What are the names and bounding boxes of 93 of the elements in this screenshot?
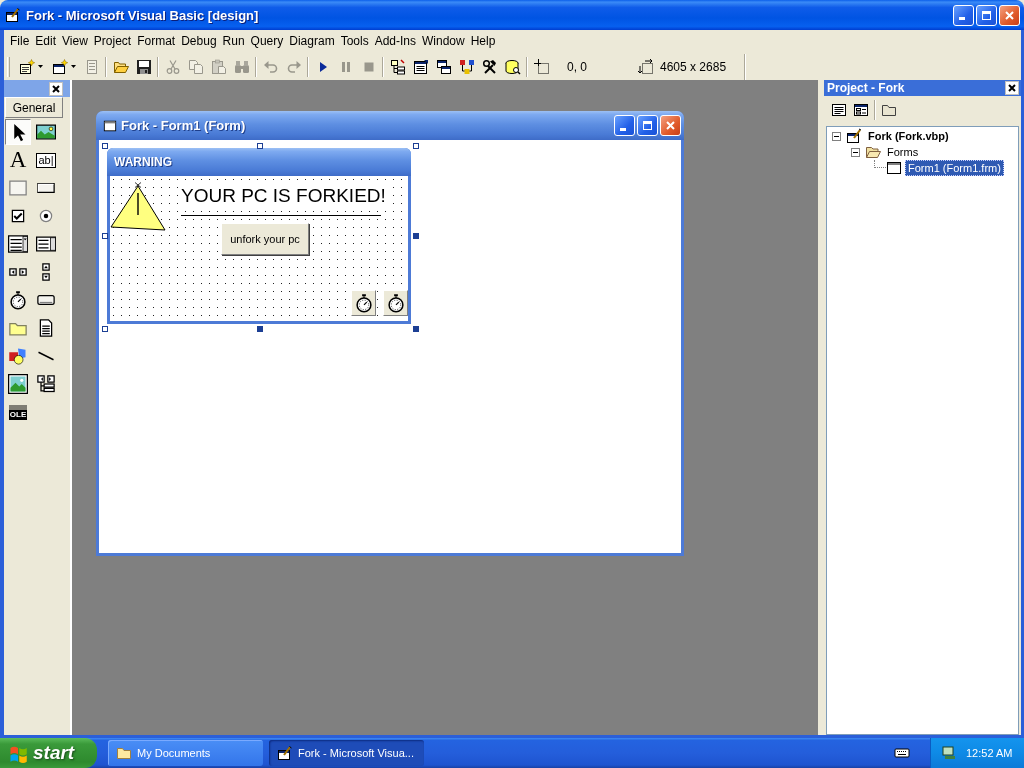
minimize-button[interactable] (953, 4, 974, 26)
form-icon (103, 118, 117, 133)
taskbar-button[interactable]: Fork - Microsoft Visua... (269, 740, 424, 766)
resize-handle[interactable] (102, 326, 108, 332)
menu-item[interactable]: Edit (32, 33, 60, 50)
resize-handle[interactable] (413, 143, 419, 149)
close-icon (1005, 10, 1014, 20)
form-caption: WARNING (114, 155, 172, 169)
menu-item[interactable]: Add-Ins (371, 33, 419, 50)
close-button[interactable] (1005, 81, 1019, 95)
resize-handle[interactable] (257, 326, 263, 332)
folder-icon (116, 745, 132, 761)
folder-icon (881, 102, 897, 118)
taskbar-button[interactable]: My Documents (108, 740, 263, 766)
tree-view-icon (389, 58, 406, 75)
minimize-icon (619, 127, 626, 131)
combo-box-icon (8, 234, 28, 254)
stopwatch-icon (8, 290, 28, 310)
document-star-icon (18, 58, 35, 75)
tool-button[interactable]: A (5, 147, 31, 173)
clock-text: 12:52 AM (966, 747, 1013, 759)
menu-item[interactable]: View (59, 33, 91, 50)
stopwatch-icon (383, 290, 408, 316)
maximize-icon (643, 121, 652, 130)
clipboard-icon (210, 58, 227, 75)
frame-box-icon (8, 178, 28, 198)
dotted-rectangle-icon (534, 58, 550, 75)
program-icon (5, 7, 21, 23)
maximize-button[interactable] (976, 4, 997, 26)
undo-arrow-icon (262, 58, 279, 75)
text-page-icon (831, 102, 847, 118)
shapes-icon (8, 346, 28, 366)
close-button[interactable] (49, 81, 63, 96)
position-readout: 0, 0 (567, 59, 588, 74)
menu-item[interactable]: Run (219, 33, 248, 50)
maximize-button[interactable] (637, 115, 658, 136)
menu-item[interactable]: Diagram (286, 33, 338, 50)
tool-button[interactable] (5, 119, 31, 145)
menu-item[interactable]: Format (134, 33, 179, 50)
form-fields-icon (853, 102, 869, 118)
menu-item[interactable]: Query (247, 33, 287, 50)
close-icon (666, 121, 675, 130)
command-button[interactable]: unfork your pc (221, 223, 309, 255)
program-icon (277, 745, 293, 761)
tool-button[interactable]: ab| (33, 147, 59, 173)
size-readout: 4605 x 2685 (660, 59, 727, 74)
tree-item[interactable]: Forms (884, 144, 922, 160)
menu-item[interactable]: Tools (337, 33, 372, 50)
blocks-icon (458, 58, 475, 75)
binoculars-icon (233, 58, 250, 75)
collapse-icon[interactable] (832, 131, 841, 141)
menu-item[interactable]: Window (419, 33, 468, 50)
hammer-wrench-icon (481, 58, 498, 75)
close-icon (52, 84, 60, 93)
keyboard-icon[interactable] (894, 745, 910, 761)
window-star-icon (51, 58, 68, 75)
warning-triangle-icon (110, 182, 166, 231)
data-control-icon (36, 374, 56, 394)
stopwatch-icon (351, 290, 376, 316)
tree-item[interactable]: Form1 (Form1.frm) (905, 160, 1004, 176)
minimize-icon (958, 17, 965, 20)
menu-item[interactable]: Debug (178, 33, 220, 50)
menu-item[interactable]: Project (90, 33, 135, 50)
resize-handle[interactable] (413, 326, 419, 332)
list-box-icon (36, 234, 56, 254)
menu-item[interactable]: Help (467, 33, 499, 50)
panel-title: Project - Fork (827, 81, 906, 95)
tree-item[interactable]: Fork (Fork.vbp) (865, 128, 952, 144)
resize-handle[interactable] (413, 233, 419, 239)
start-button[interactable]: start (0, 738, 97, 768)
resize-handle[interactable] (257, 143, 263, 149)
overlapping-windows-icon (435, 58, 452, 75)
tool-button[interactable]: OLE (5, 399, 31, 425)
database-magnifier-icon (504, 58, 521, 75)
resize-arrows-icon (638, 58, 654, 75)
close-icon (1008, 84, 1016, 92)
resize-handle[interactable] (102, 143, 108, 149)
window-title: Fork - Form1 (Form) (121, 118, 247, 133)
picture-icon (8, 374, 28, 394)
scissors-icon (164, 58, 181, 75)
minimize-button[interactable] (614, 115, 635, 136)
maximize-icon (982, 10, 991, 20)
tool-button[interactable] (5, 371, 31, 397)
menu-item[interactable]: File (7, 33, 33, 50)
property-sheet-icon (412, 58, 429, 75)
collapse-icon[interactable] (851, 147, 860, 157)
resize-handle[interactable] (102, 233, 108, 239)
computer-icon[interactable] (941, 745, 957, 761)
two-pages-icon (187, 58, 204, 75)
open-folder-icon (865, 144, 881, 160)
landscape-picture-icon (36, 122, 56, 142)
window-title: Fork - Microsoft Visual Basic [design] (26, 7, 260, 23)
general-tab[interactable]: General (5, 97, 63, 118)
